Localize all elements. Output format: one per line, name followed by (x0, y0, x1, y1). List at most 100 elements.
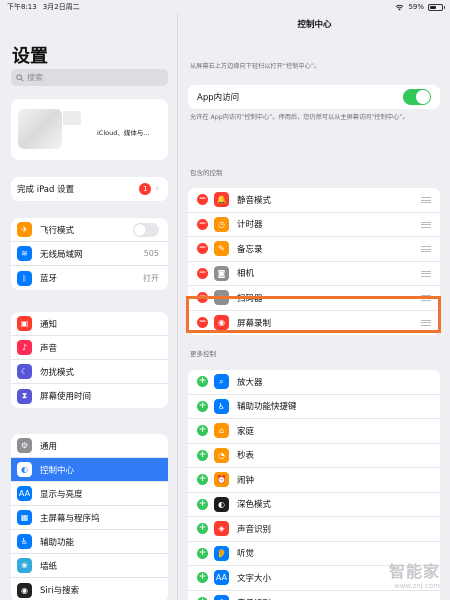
magnifier-icon: ⌕ (214, 374, 229, 390)
add-control-button[interactable]: + (197, 498, 208, 510)
battery-percent: 59% (408, 3, 424, 11)
airplane-icon: ✈ (17, 222, 32, 237)
airplane-mode-toggle[interactable] (133, 222, 159, 237)
sidebar-item-label: 墙纸 (40, 561, 58, 572)
add-control-button[interactable]: + (197, 572, 208, 584)
control-label: 辅助功能快捷键 (237, 402, 297, 413)
remove-control-button[interactable]: − (197, 194, 208, 206)
sidebar-item-do-not-disturb[interactable]: ☾ 勿扰模式 (11, 360, 168, 384)
control-center-icon: ◐ (17, 462, 32, 477)
do-not-disturb-icon: ☾ (17, 364, 32, 379)
sidebar-item-siri[interactable]: ◉ Siri与搜索 (11, 578, 168, 600)
sidebar-item-wifi[interactable]: ≋ 无线局域网 505 (11, 242, 168, 266)
add-control-button[interactable]: + (197, 400, 208, 412)
text-size-icon: AA (214, 570, 229, 586)
sidebar-item-wallpaper[interactable]: ❀ 墙纸 (11, 554, 168, 578)
add-control-button[interactable]: + (197, 425, 208, 437)
wifi-status-icon (396, 4, 404, 11)
sidebar-item-gear[interactable]: ⚙ 通用 (11, 434, 168, 458)
finish-setup-label: 完成 iPad 设置 (17, 185, 75, 195)
sidebar-item-label: 通用 (40, 441, 58, 452)
add-control-button[interactable]: + (197, 523, 208, 535)
reorder-handle-icon[interactable] (421, 319, 431, 326)
reorder-handle-icon[interactable] (421, 197, 431, 203)
sound-icon: ♪ (17, 340, 32, 355)
control-label: 计时器 (237, 220, 263, 231)
sidebar-item-label: 勿扰模式 (40, 367, 75, 378)
control-row-magnifier: + ⌕ 放大器 (188, 370, 440, 395)
control-label: 闹钟 (237, 475, 255, 486)
included-controls-header: 包含的控制 (190, 169, 223, 177)
included-controls-list: − 🔔 静音模式 − ◷ 计时器 − ✎ 备忘录 − ◙ 相机 − ⌗ 扫码器 − ◉ 屏幕录制 (188, 188, 440, 335)
access-description: 允许在 App内访问“控制中心”。停用后，您仍然可以从主屏幕访问“控制中心”。 (190, 114, 409, 121)
access-within-apps-label: App内访问 (197, 93, 240, 103)
sidebar-item-label: 显示与亮度 (40, 489, 83, 500)
add-control-button[interactable]: + (197, 474, 208, 486)
sidebar-item-screen-time[interactable]: ⧗ 屏幕使用时间 (11, 384, 168, 408)
toggle-switch[interactable] (133, 222, 159, 237)
sidebar-item-label: 声音 (40, 343, 58, 354)
page-title: 控制中心 (297, 20, 332, 30)
remove-control-button[interactable]: − (197, 317, 208, 329)
status-time: 下午8:13 (7, 3, 37, 11)
control-row-stopwatch: + ◔ 秒表 (188, 444, 440, 468)
control-label: 放大器 (237, 377, 263, 388)
finish-setup-card[interactable]: 完成 iPad 设置 1 › (11, 177, 168, 201)
control-label: 扫码器 (237, 293, 263, 304)
sidebar-item-label: 无线局域网 (40, 249, 83, 260)
chevron-right-icon: › (155, 184, 159, 194)
control-row-screen-record: − ◉ 屏幕录制 (188, 311, 440, 336)
control-row-qr-scanner: − ⌗ 扫码器 (188, 286, 440, 311)
reorder-handle-icon[interactable] (421, 270, 431, 277)
accessibility-icon: ♿ (17, 534, 32, 549)
profile-subtitle: iCloud、媒体与... (97, 129, 150, 137)
home-icon: ⌂ (214, 423, 229, 439)
apple-id-card[interactable]: iCloud、媒体与... (11, 99, 168, 160)
control-label: 声音识别 (237, 524, 272, 535)
access-within-apps-toggle[interactable] (403, 89, 431, 105)
remove-control-button[interactable]: − (197, 292, 208, 304)
status-bar: 下午8:13 3月2日周二 59% (0, 0, 450, 14)
sidebar-item-label: 屏幕使用时间 (40, 392, 92, 402)
sidebar-item-airplane[interactable]: ✈ 飞行模式 (11, 218, 168, 242)
add-control-button[interactable]: + (197, 376, 208, 388)
reorder-handle-icon[interactable] (421, 295, 431, 301)
sidebar-item-accessibility[interactable]: ♿ 辅助功能 (11, 530, 168, 554)
add-control-button[interactable]: + (197, 449, 208, 461)
screen-time-icon: ⧗ (17, 388, 32, 404)
control-row-sound-recognition: + ◈ 声音识别 (188, 517, 440, 542)
control-label: 听觉 (237, 549, 255, 560)
notifications-group: ▣ 通知 ♪ 声音 ☾ 勿扰模式 ⧗ 屏幕使用时间 (11, 312, 168, 408)
home-screen-icon: ▦ (17, 510, 32, 525)
sidebar-item-sound[interactable]: ♪ 声音 (11, 336, 168, 360)
sidebar-item-bluetooth[interactable]: ᛒ 蓝牙 打开 (11, 266, 168, 290)
setup-badge: 1 (139, 183, 152, 195)
sidebar-item-control-center[interactable]: ◐ 控制中心 (11, 458, 168, 482)
display-icon: AA (17, 486, 32, 501)
search-field[interactable]: 搜索 (11, 69, 168, 86)
account-name-blurred (63, 111, 81, 125)
remove-control-button[interactable]: − (197, 267, 208, 279)
control-row-bell: − 🔔 静音模式 (188, 188, 440, 213)
notifications-icon: ▣ (17, 316, 32, 331)
general-group: ⚙ 通用 ◐ 控制中心 AA 显示与亮度 ▦ 主屏幕与程序坞 ♿ 辅助功能 ❀ 墙纸 ◉ Siri与搜索 (11, 434, 168, 600)
sidebar-item-home-screen[interactable]: ▦ 主屏幕与程序坞 (11, 506, 168, 530)
remove-control-button[interactable]: − (197, 243, 208, 255)
control-row-camera: − ◙ 相机 (188, 262, 440, 286)
control-label: 备忘录 (237, 244, 263, 255)
sidebar-item-label: 控制中心 (40, 465, 75, 476)
control-row-music-recognition: +♫音乐识别 (188, 591, 440, 600)
network-group: ✈ 飞行模式 ≋ 无线局域网 505 ᛒ 蓝牙 打开 (11, 218, 168, 290)
gear-icon: ⚙ (17, 438, 32, 453)
reorder-handle-icon[interactable] (421, 221, 431, 228)
reorder-handle-icon[interactable] (421, 246, 431, 252)
add-control-button[interactable]: + (197, 547, 208, 559)
wifi-icon: ≋ (17, 246, 32, 261)
sidebar-item-notifications[interactable]: ▣ 通知 (11, 312, 168, 336)
control-label: 相机 (237, 269, 255, 280)
search-placeholder: 搜索 (27, 73, 43, 82)
settings-sidebar: 设置 搜索 iCloud、媒体与... 完成 iPad 设置 1 › ✈ 飞行模式… (0, 14, 178, 600)
remove-control-button[interactable]: − (197, 218, 208, 230)
sound-recognition-icon: ◈ (214, 521, 229, 537)
sidebar-item-display[interactable]: AA 显示与亮度 (11, 482, 168, 506)
